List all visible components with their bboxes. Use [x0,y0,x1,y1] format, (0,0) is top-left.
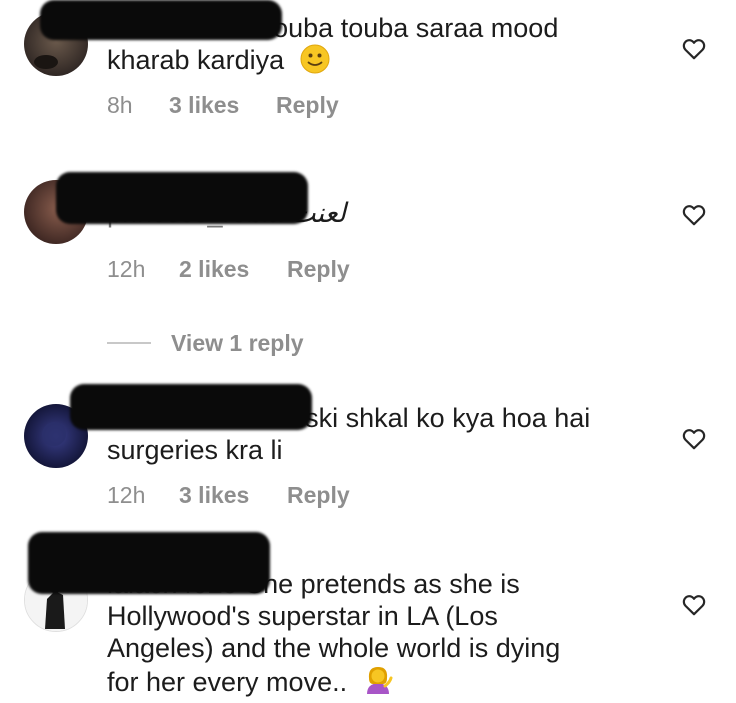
comment-time: 8h [107,92,133,118]
comment-text: surgeries kra li [107,435,283,465]
redaction-mark [70,384,312,430]
comment-text: Iski shkal ko kya hoa hai [290,403,591,433]
comment-text: for her every move.. [107,667,348,697]
heart-outline-icon[interactable] [681,426,707,452]
view-replies-button[interactable]: View 1 reply [107,328,304,358]
comment-time: 12h [107,256,146,282]
comment-text: Angeles) and the whole world is dying [107,633,561,663]
reply-button[interactable]: Reply [287,256,350,283]
redaction-mark [28,532,270,594]
heart-outline-icon[interactable] [681,202,707,228]
comment-text: Hollywood's superstar in LA (Los [107,601,498,631]
comment-text: She pretends as she is [237,569,520,599]
comment-likes[interactable]: 3 likes [179,482,287,509]
comment-text: kharab kardiya [107,45,285,75]
comment-likes[interactable]: 2 likes [179,256,287,283]
view-replies-label: View 1 reply [171,329,304,356]
heart-outline-icon[interactable] [681,592,707,618]
heart-outline-icon[interactable] [681,36,707,62]
reply-button[interactable]: Reply [287,482,350,509]
redaction-mark [40,0,282,40]
comment-text: Touba touba saraa mood [252,13,559,43]
redaction-mark [56,172,308,224]
comment-likes[interactable]: 3 likes [169,92,276,119]
slightly-smiling-face-icon [300,44,330,74]
divider-line [107,342,151,344]
comment-time: 12h [107,482,146,508]
reply-button[interactable]: Reply [276,92,339,119]
woman-tipping-hand-icon [363,664,393,694]
